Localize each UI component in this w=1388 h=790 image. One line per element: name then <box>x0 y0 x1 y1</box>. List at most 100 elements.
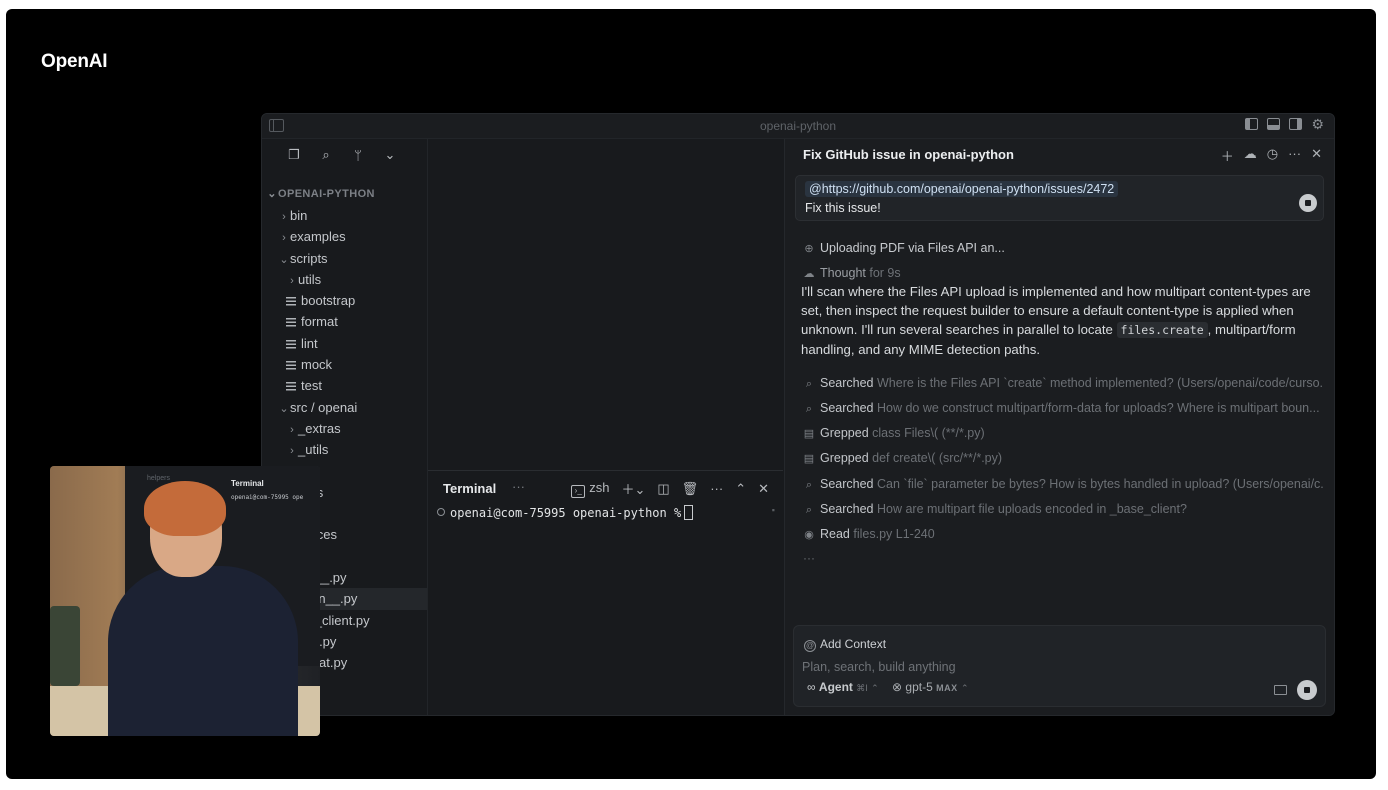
tool-call-label: Read <box>820 527 850 541</box>
explorer-root-header[interactable]: ⌄OPENAI-PYTHON <box>262 185 427 205</box>
tree-folder[interactable]: › bin <box>262 205 427 226</box>
stop-generation-button[interactable] <box>1297 680 1317 700</box>
tool-call-row[interactable]: ⌕ Searched How do we construct multipart/… <box>803 401 1323 416</box>
tool-call-detail: def create\( (src/**/*.py) <box>872 451 1003 465</box>
chat-composer[interactable]: @ Add Context Plan, search, build anythin… <box>793 625 1326 707</box>
search-icon[interactable]: ⌕ <box>318 147 334 163</box>
at-icon: @ <box>804 640 816 652</box>
tree-item-label: utils <box>298 271 322 287</box>
split-terminal-icon[interactable]: ◫ <box>657 481 669 497</box>
new-terminal-icon[interactable]: ＋⌄ <box>621 479 645 498</box>
tree-folder[interactable]: › _extras <box>262 418 427 439</box>
tree-item-label: _extras <box>298 420 341 436</box>
chat-header-toolbar: ＋ ☁ ◷ ··· ✕ <box>1221 146 1322 165</box>
toggle-primary-sidebar-icon[interactable] <box>1245 118 1259 130</box>
more-actions-icon[interactable]: ··· <box>1288 146 1301 165</box>
tree-file[interactable]: bootstrap <box>262 290 427 311</box>
chevron-down-icon: ⌄ <box>279 402 289 415</box>
window-title: openai-python <box>759 119 837 133</box>
toggle-secondary-sidebar-icon[interactable] <box>1289 118 1303 130</box>
files-icon[interactable]: ❐ <box>286 147 302 163</box>
trash-icon[interactable]: 🗑 <box>682 481 699 497</box>
new-chat-icon[interactable]: ＋ <box>1221 146 1234 165</box>
stop-button[interactable] <box>1299 194 1317 212</box>
file-lines-icon <box>286 382 296 392</box>
tree-file[interactable]: lint <box>262 333 427 354</box>
root-folder-label: OPENAI-PYTHON <box>278 188 375 200</box>
tree-folder[interactable]: › _utils <box>262 439 427 460</box>
maximize-panel-icon[interactable]: ⌃ <box>735 481 746 497</box>
tree-item-label: _utils <box>298 442 329 458</box>
tree-item-label: bin <box>290 208 308 223</box>
step-uploading[interactable]: ⊕ Uploading PDF via Files API an... <box>803 241 1004 255</box>
tool-call-row[interactable]: ◉ Read files.py L1-240 <box>803 527 1323 541</box>
presentation-stage: OpenAI openai-python ⚙ ❐ ⌕ ᛘ ⌄ ⌄OPENAI-P… <box>6 9 1376 779</box>
add-context-button[interactable]: @ Add Context <box>804 637 886 652</box>
user-prompt-bubble[interactable]: @https://github.com/openai/openai-python… <box>795 175 1324 221</box>
tab-terminal[interactable]: Terminal <box>443 481 496 496</box>
cloud-icon[interactable]: ☁ <box>1244 146 1257 165</box>
infinity-icon: ∞ <box>807 680 816 694</box>
tool-call-detail: files.py L1-240 <box>853 527 935 541</box>
tool-call-row[interactable]: ⌕ Searched Where is the Files API `create… <box>803 376 1323 391</box>
presenter-body <box>108 566 298 736</box>
terminal-more-icon[interactable]: ··· <box>512 479 525 494</box>
step-thought[interactable]: ☁ Thought for 9s <box>803 266 901 280</box>
terminal-prompt-line[interactable]: openai@com-75995 openai-python % <box>437 505 694 520</box>
close-panel-icon[interactable]: ✕ <box>758 481 769 497</box>
agent-mode-selector[interactable]: ∞ Agent ⌘I ⌃ <box>807 680 879 694</box>
tool-call-label: Searched <box>820 401 874 415</box>
file-lines-icon <box>286 297 296 307</box>
tool-call-detail: How do we construct multipart/form-data … <box>877 401 1320 415</box>
tool-call-row[interactable]: ⌕ Searched Can `file` parameter be bytes?… <box>803 477 1323 492</box>
composer-actions <box>1274 680 1317 700</box>
close-icon[interactable]: ✕ <box>1311 146 1322 165</box>
settings-gear-icon[interactable]: ⚙ <box>1311 117 1324 131</box>
terminal-toolbar: ›_ zsh ＋⌄ ◫ 🗑 ··· ⌃ ✕ <box>571 479 769 498</box>
search-icon: ⌕ <box>805 479 813 491</box>
toggle-panel-icon[interactable] <box>1267 118 1281 130</box>
tree-item-label: bootstrap <box>301 293 356 309</box>
issue-link[interactable]: @https://github.com/openai/openai-python… <box>805 181 1119 197</box>
tool-call-row[interactable]: ⌕ Searched How are multipart file uploads… <box>803 502 1323 517</box>
tool-call-row[interactable]: ▤ Grepped class Files\( (**/*.py) <box>803 426 1323 440</box>
tool-call-label: Grepped <box>820 451 869 465</box>
tool-call-label: Grepped <box>820 426 869 440</box>
chevron-down-icon: ⌄ <box>279 253 289 266</box>
shell-selector[interactable]: ›_ zsh <box>571 480 609 498</box>
tree-folder[interactable]: ⌄scripts <box>262 248 427 269</box>
chevron-down-icon[interactable]: ⌄ <box>382 147 398 163</box>
tree-file[interactable]: test <box>262 375 427 396</box>
tree-item-label: mock <box>301 357 333 373</box>
search-icon: ⌕ <box>805 378 813 390</box>
title-bar: openai-python ⚙ <box>262 114 1334 139</box>
composer-mode-bar: ∞ Agent ⌘I ⌃ ⊗ gpt-5 MAX ⌃ <box>807 680 969 694</box>
tree-folder[interactable]: ⌄src / openai <box>262 397 427 418</box>
image-attach-icon[interactable] <box>1274 685 1287 695</box>
chevron-down-icon: ⌄ <box>267 188 277 200</box>
source-control-icon[interactable]: ᛘ <box>350 148 366 163</box>
thought-icon: ☁ <box>803 268 815 280</box>
max-badge: MAX <box>936 683 958 693</box>
ide-window: openai-python ⚙ ❐ ⌕ ᛘ ⌄ ⌄OPENAI-PYTHON ›… <box>261 113 1335 716</box>
video-plant <box>50 606 80 686</box>
history-icon[interactable]: ◷ <box>1267 146 1278 165</box>
tree-item-label: examples <box>290 229 346 245</box>
chevron-right-icon: › <box>290 445 294 458</box>
tree-folder[interactable]: › examples <box>262 226 427 247</box>
more-actions-icon[interactable]: ··· <box>710 481 723 496</box>
tool-call-detail: Where is the Files API `create` method i… <box>877 376 1323 390</box>
composer-input[interactable]: Plan, search, build anything <box>802 660 956 674</box>
tool-call-row[interactable]: ▤ Grepped def create\( (src/**/*.py) <box>803 451 1323 465</box>
chevron-right-icon: › <box>282 232 286 245</box>
file-lines-icon <box>286 361 296 371</box>
chevron-up-icon: ⌃ <box>871 683 879 693</box>
search-icon: ⌕ <box>805 504 813 516</box>
tree-folder[interactable]: › utils <box>262 269 427 290</box>
tree-file[interactable]: mock <box>262 354 427 375</box>
grep-icon: ▤ <box>803 453 815 465</box>
model-selector[interactable]: ⊗ gpt-5 MAX ⌃ <box>892 680 969 694</box>
editor-area[interactable] <box>428 139 783 468</box>
tree-file[interactable]: format <box>262 311 427 332</box>
globe-icon: ⊕ <box>804 243 814 255</box>
